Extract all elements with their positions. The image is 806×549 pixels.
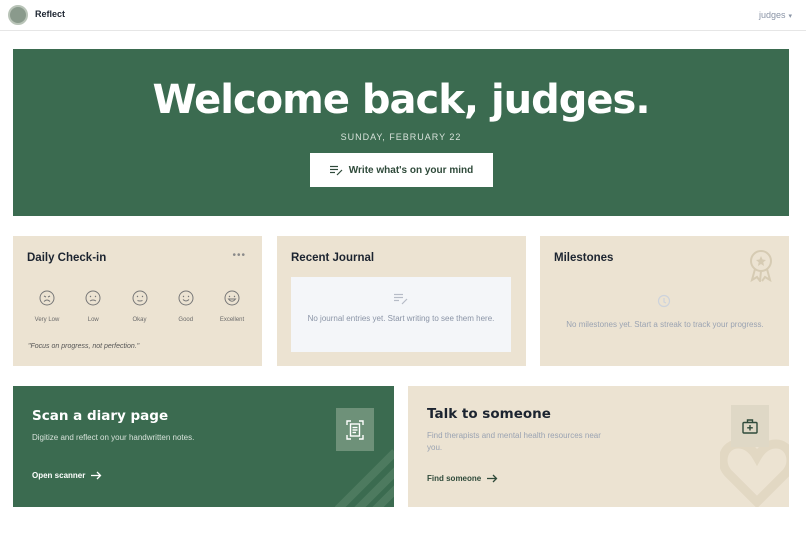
mood-excellent[interactable]: Excellent bbox=[212, 290, 252, 323]
trophy-icon bbox=[657, 294, 671, 308]
welcome-banner: Welcome back, judges. SUNDAY, FEBRUARY 2… bbox=[13, 49, 789, 216]
recent-journal-card: Recent Journal No journal entries yet. S… bbox=[277, 236, 526, 366]
open-scanner-label: Open scanner bbox=[32, 471, 86, 480]
neutral-face-icon bbox=[132, 290, 147, 306]
milestones-card: Milestones No milestones yet. Start a st… bbox=[540, 236, 789, 366]
user-name: judges bbox=[758, 10, 786, 20]
talk-to-someone-card[interactable]: Talk to someone Find therapists and ment… bbox=[408, 386, 789, 507]
current-date: SUNDAY, FEBRUARY 22 bbox=[340, 132, 462, 142]
milestones-empty-text: No milestones yet. Start a streak to tra… bbox=[566, 320, 764, 329]
checkin-quote: "Focus on progress, not perfection." bbox=[28, 343, 140, 350]
edit-note-icon bbox=[394, 293, 408, 305]
award-icon bbox=[750, 250, 772, 282]
grin-face-icon bbox=[224, 290, 240, 306]
mood-low[interactable]: Low bbox=[73, 290, 113, 323]
talk-title: Talk to someone bbox=[427, 406, 551, 422]
smile-face-icon bbox=[178, 290, 194, 306]
scan-diary-card[interactable]: Scan a diary page Digitize and reflect o… bbox=[13, 386, 394, 507]
write-journal-button[interactable]: Write what's on your mind bbox=[310, 153, 493, 187]
more-options-icon[interactable]: ••• bbox=[232, 251, 246, 261]
mood-okay[interactable]: Okay bbox=[120, 290, 160, 323]
mood-label: Low bbox=[87, 317, 99, 323]
user-menu[interactable]: judges ▾ bbox=[759, 10, 792, 20]
journal-empty-state: No journal entries yet. Start writing to… bbox=[291, 277, 511, 352]
top-bar: Reflect judges ▾ bbox=[0, 0, 806, 31]
arrow-right-icon bbox=[91, 471, 102, 480]
arrow-right-icon bbox=[487, 474, 498, 483]
app-name[interactable]: Reflect bbox=[35, 9, 65, 19]
decorative-stripes bbox=[335, 449, 394, 507]
find-someone-label: Find someone bbox=[427, 474, 482, 483]
chevron-down-icon: ▾ bbox=[788, 13, 792, 20]
find-someone-link[interactable]: Find someone bbox=[427, 474, 498, 483]
open-scanner-link[interactable]: Open scanner bbox=[32, 471, 102, 480]
write-journal-label: Write what's on your mind bbox=[348, 164, 474, 176]
journal-empty-text: No journal entries yet. Start writing to… bbox=[307, 314, 495, 323]
mood-label: Very Low bbox=[34, 317, 60, 323]
journal-title: Recent Journal bbox=[291, 252, 375, 264]
mood-label: Okay bbox=[132, 317, 147, 323]
low-face-icon bbox=[85, 290, 101, 306]
very-low-face-icon bbox=[39, 290, 55, 306]
welcome-title: Welcome back, judges. bbox=[152, 77, 650, 123]
mood-label: Good bbox=[178, 317, 194, 323]
scan-document-icon bbox=[336, 408, 374, 451]
mood-label: Excellent bbox=[219, 317, 245, 323]
medical-kit-icon bbox=[731, 405, 769, 447]
decorative-heart-icon bbox=[720, 439, 789, 507]
talk-subtitle: Find therapists and mental health resour… bbox=[427, 431, 601, 452]
mood-selector: Very Low Low Okay Good Excellent bbox=[27, 290, 252, 323]
scan-title: Scan a diary page bbox=[32, 408, 169, 424]
daily-checkin-card: Daily Check-in ••• Very Low Low Okay Goo… bbox=[13, 236, 262, 366]
mood-good[interactable]: Good bbox=[166, 290, 206, 323]
mood-very-low[interactable]: Very Low bbox=[27, 290, 67, 323]
milestones-title: Milestones bbox=[554, 252, 614, 264]
app-logo-icon[interactable] bbox=[8, 5, 28, 25]
scan-subtitle: Digitize and reflect on your handwritten… bbox=[32, 433, 195, 442]
edit-note-icon bbox=[329, 165, 343, 175]
checkin-title: Daily Check-in bbox=[27, 252, 107, 264]
